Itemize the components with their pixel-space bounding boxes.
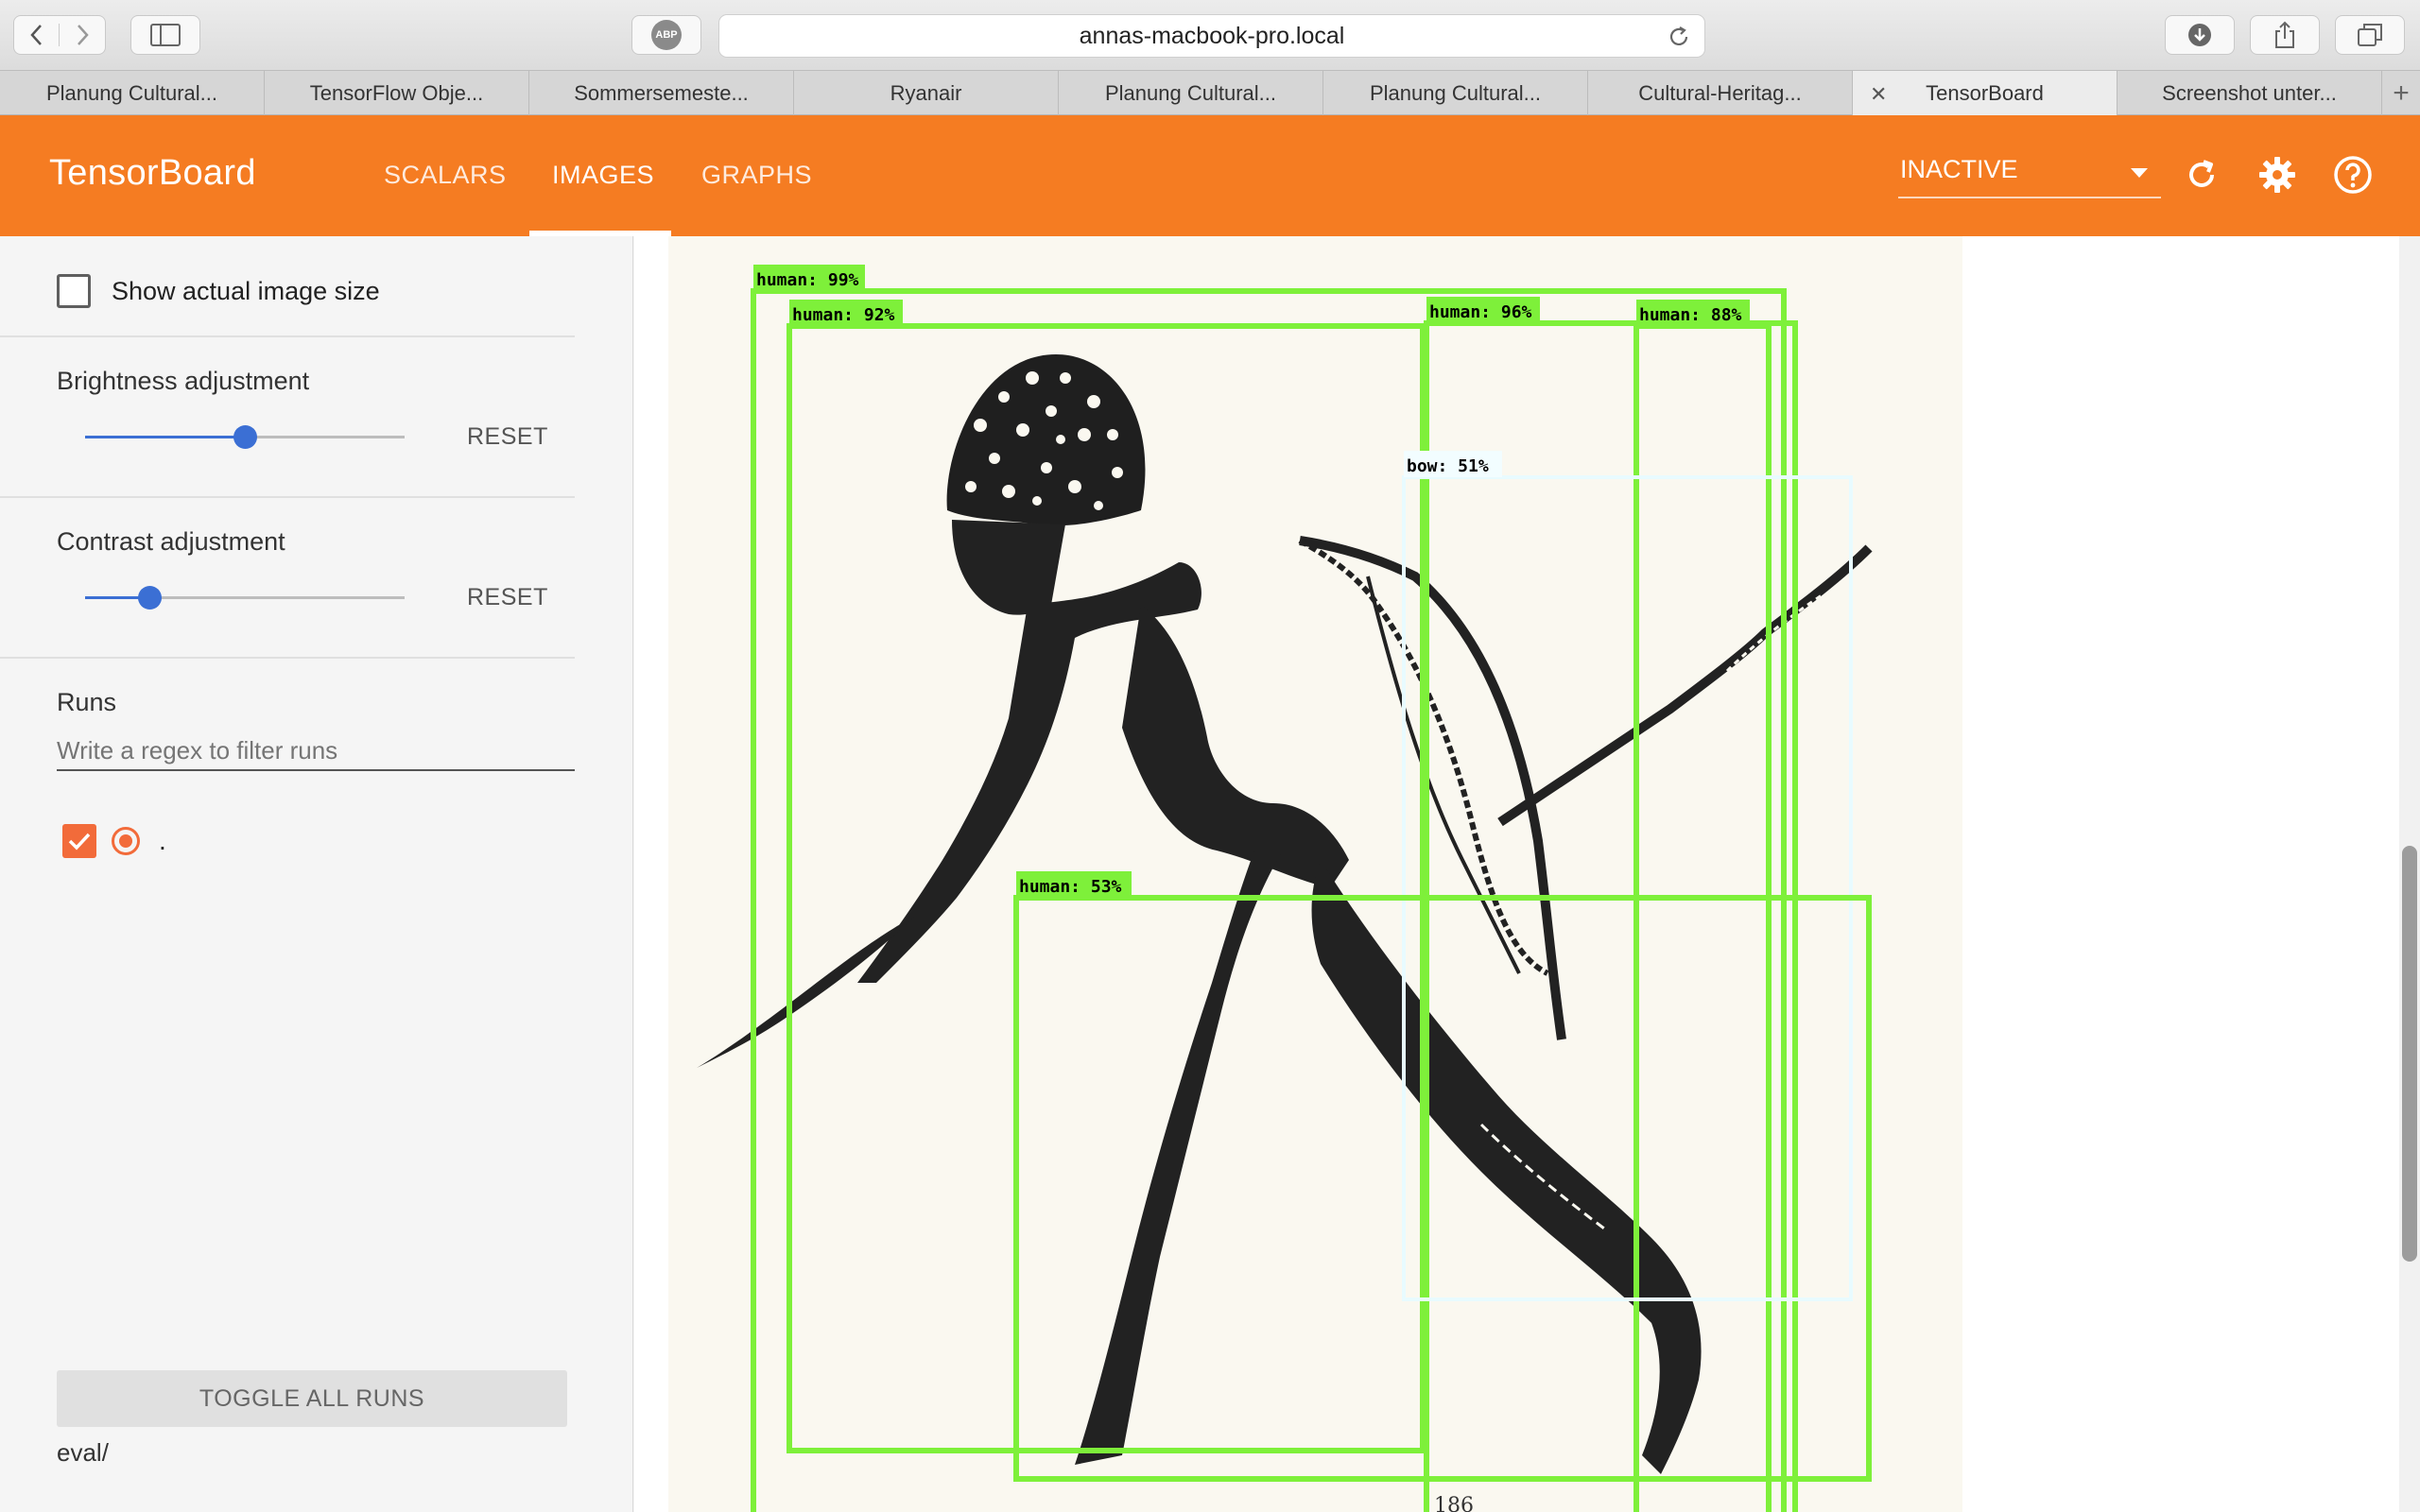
detection-label-2: human: 96%: [1429, 302, 1532, 322]
image-page-number: 186: [1434, 1494, 1474, 1512]
browser-tab-0[interactable]: Planung Cultural...: [0, 71, 265, 115]
back-icon[interactable]: [14, 24, 60, 46]
sidebar-toggle-icon[interactable]: [130, 15, 200, 55]
browser-tab-bar: Planung Cultural... TensorFlow Obje... Som…: [0, 70, 2420, 115]
actual-size-label: Show actual image size: [112, 276, 380, 305]
share-icon[interactable]: [2250, 15, 2320, 55]
browser-tab-label: Ryanair: [890, 80, 962, 105]
dropdown-caret-icon: [2131, 168, 2148, 178]
brightness-slider[interactable]: [85, 423, 405, 452]
detection-label-5: human: 53%: [1019, 877, 1122, 897]
run-checkbox[interactable]: [62, 824, 96, 858]
reload-icon[interactable]: [1667, 25, 1691, 56]
browser-tab-label: Planung Cultural...: [1105, 80, 1276, 105]
downloads-icon[interactable]: [2165, 15, 2235, 55]
run-name: .: [159, 826, 166, 855]
browser-tab-label: Planung Cultural...: [46, 80, 217, 105]
browser-tab-label: Cultural-Heritag...: [1638, 80, 1802, 105]
divider: [0, 335, 575, 337]
runs-title: Runs: [57, 688, 117, 716]
slider-knob[interactable]: [233, 425, 257, 449]
toggle-all-runs-button[interactable]: TOGGLE ALL RUNS: [57, 1370, 567, 1427]
run-radio[interactable]: [112, 827, 140, 855]
detection-image: human: 99% human: 92% human: 96% human: …: [668, 236, 1962, 1512]
browser-tab-3[interactable]: Ryanair: [794, 71, 1059, 115]
detection-label-4: bow: 51%: [1407, 456, 1489, 476]
browser-tab-label: Sommersemeste...: [574, 80, 749, 105]
browser-tab-label: TensorBoard: [1926, 80, 2044, 105]
slider-fill: [85, 436, 245, 438]
browser-tab-2[interactable]: Sommersemeste...: [529, 71, 794, 115]
run-status-select[interactable]: INACTIVE: [1898, 149, 2161, 198]
browser-tab-label: Planung Cultural...: [1370, 80, 1541, 105]
brightness-title: Brightness adjustment: [57, 367, 310, 395]
brightness-reset-button[interactable]: RESET: [467, 423, 548, 451]
help-icon[interactable]: [2329, 151, 2377, 198]
browser-tab-4[interactable]: Planung Cultural...: [1059, 71, 1323, 115]
browser-toolbar: ABP annas-macbook-pro.local: [0, 0, 2420, 70]
forward-icon[interactable]: [60, 24, 105, 46]
browser-tab-label: Screenshot unter...: [2162, 80, 2337, 105]
browser-tab-8[interactable]: Screenshot unter...: [2118, 71, 2382, 115]
back-forward-group: [13, 15, 106, 55]
divider: [0, 657, 575, 659]
detection-boxes: human: 99% human: 92% human: 96% human: …: [751, 265, 1872, 1512]
browser-tab-label: TensorFlow Obje...: [309, 80, 484, 105]
detection-label-1: human: 92%: [792, 305, 895, 325]
tabs-overview-icon[interactable]: [2335, 15, 2405, 55]
main-content: human: 99% human: 92% human: 96% human: …: [634, 236, 2420, 1512]
browser-tab-5[interactable]: Planung Cultural...: [1323, 71, 1588, 115]
close-tab-icon[interactable]: ✕: [1870, 82, 1887, 107]
browser-chrome: ABP annas-macbook-pro.local Planung Cult…: [0, 0, 2420, 115]
settings-gear-icon[interactable]: [2254, 151, 2301, 198]
browser-tab-6[interactable]: Cultural-Heritag...: [1588, 71, 1853, 115]
detection-image-canvas: human: 99% human: 92% human: 96% human: …: [697, 265, 1873, 1512]
detection-label-0: human: 99%: [756, 270, 859, 290]
run-filter-input[interactable]: [57, 728, 575, 771]
detection-label-3: human: 88%: [1639, 305, 1742, 325]
address-bar[interactable]: annas-macbook-pro.local: [718, 14, 1705, 58]
tab-images[interactable]: IMAGES: [552, 161, 654, 190]
browser-tab-7[interactable]: ✕ TensorBoard: [1853, 71, 2118, 115]
url-text: annas-macbook-pro.local: [1079, 22, 1345, 49]
run-status-value: INACTIVE: [1900, 155, 2018, 183]
page-scrollbar-thumb[interactable]: [2402, 846, 2417, 1262]
new-tab-icon[interactable]: +: [2382, 71, 2420, 115]
contrast-title: Contrast adjustment: [57, 527, 285, 556]
divider: [0, 496, 575, 498]
refresh-icon[interactable]: [2178, 151, 2225, 198]
app-logo: TensorBoard: [49, 153, 256, 193]
adblock-button[interactable]: ABP: [631, 15, 701, 55]
tab-scalars[interactable]: SCALARS: [384, 161, 507, 190]
contrast-slider[interactable]: [85, 584, 405, 612]
contrast-reset-button[interactable]: RESET: [467, 584, 548, 611]
tensorboard-header: TensorBoard SCALARS IMAGES GRAPHS INACTI…: [0, 115, 2420, 236]
browser-tab-1[interactable]: TensorFlow Obje...: [265, 71, 529, 115]
figure-illustration: [697, 354, 1873, 1474]
actual-size-option[interactable]: Show actual image size: [57, 274, 380, 308]
detection-box-0: human: 99%: [751, 265, 1787, 1512]
sidebar: Show actual image size Brightness adjust…: [0, 236, 633, 1512]
run-item[interactable]: .: [62, 824, 166, 858]
slider-knob[interactable]: [138, 586, 162, 610]
tab-graphs[interactable]: GRAPHS: [701, 161, 812, 190]
eval-run-label: eval/: [57, 1438, 109, 1467]
actual-size-checkbox[interactable]: [57, 274, 91, 308]
detection-box-5: human: 53%: [1013, 871, 1872, 1482]
adblock-icon: ABP: [651, 20, 682, 50]
